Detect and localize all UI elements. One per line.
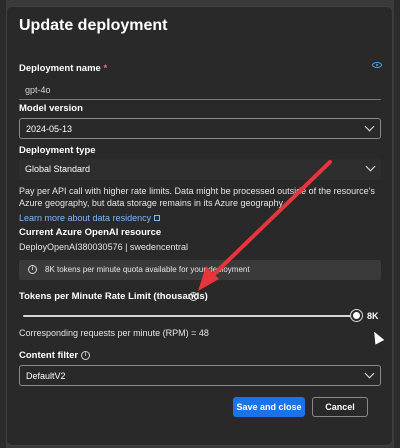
content-filter-value: DefaultV2 [26, 371, 66, 381]
cancel-button[interactable]: Cancel [312, 397, 368, 417]
rate-limit-value: 8K [367, 311, 379, 321]
quota-info-banner: i 8K tokens per minute quota available f… [19, 260, 381, 280]
rate-limit-slider-thumb[interactable] [350, 310, 362, 321]
external-link-icon [154, 215, 161, 221]
data-residency-link-text: Learn more about data residency [19, 213, 152, 223]
required-asterisk: * [103, 63, 108, 74]
deployment-type-label: Deployment type [19, 145, 96, 156]
dialog-title: Update deployment [19, 17, 168, 34]
rpm-text: Corresponding requests per minute (RPM) … [19, 328, 209, 338]
deployment-type-dropdown[interactable]: Global Standard [19, 159, 381, 180]
deployment-name-label-text: Deployment name [19, 63, 101, 74]
data-residency-link[interactable]: Learn more about data residency [19, 213, 161, 223]
resource-label: Current Azure OpenAI resource [19, 227, 162, 238]
background-page-right [394, 0, 400, 448]
eye-icon[interactable] [372, 62, 382, 68]
rate-limit-label: Tokens per Minute Rate Limit (thousands) [19, 291, 208, 302]
save-and-close-button[interactable]: Save and close [233, 397, 305, 417]
info-icon[interactable]: i [81, 351, 90, 360]
chevron-down-icon [364, 368, 375, 379]
deployment-name-label: Deployment name * [19, 63, 107, 74]
info-icon: i [28, 265, 37, 274]
chevron-down-icon [364, 121, 375, 132]
model-version-label: Model version [19, 103, 83, 114]
rate-limit-slider-track[interactable] [23, 315, 356, 317]
content-filter-label: Content filter [19, 350, 78, 361]
model-version-dropdown[interactable]: 2024-05-13 [19, 118, 381, 139]
resource-value: DeployOpenAI380030576 | swedencentral [19, 242, 188, 252]
content-filter-label-text: Content filter [19, 350, 79, 361]
deployment-type-value: Global Standard [25, 164, 91, 174]
update-deployment-dialog: Update deployment Deployment name * gpt-… [6, 6, 393, 446]
deployment-type-description: Pay per API call with higher rate limits… [19, 186, 375, 208]
model-version-value: 2024-05-13 [26, 124, 73, 134]
quota-info-text: 8K tokens per minute quota available for… [45, 265, 250, 274]
info-icon[interactable]: i [189, 292, 198, 301]
deployment-name-field[interactable]: gpt-4o [19, 80, 381, 100]
content-filter-dropdown[interactable]: DefaultV2 [19, 365, 381, 386]
rate-limit-label-text: Tokens per Minute Rate Limit (thousands) [19, 291, 208, 302]
chevron-down-icon [365, 161, 376, 172]
